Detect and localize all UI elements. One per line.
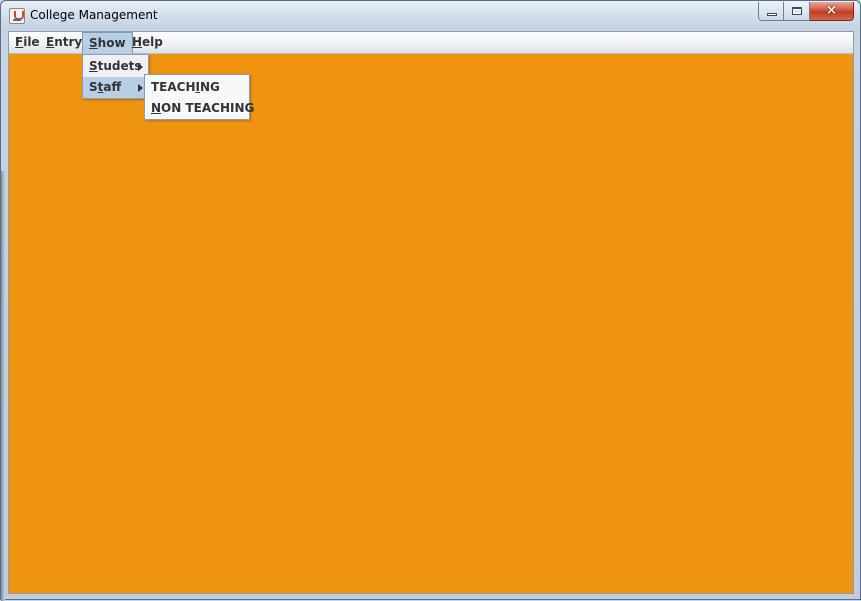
item-label: aff [103,80,122,94]
close-icon: × [826,3,837,18]
menu-label: ntry [54,35,83,49]
menu-label: elp [142,35,163,49]
caption-buttons: × [758,2,854,22]
mnemonic-letter: S [89,36,98,50]
menu-item-teaching[interactable]: TEACHING [145,77,249,98]
staff-submenu: TEACHING NON TEACHING [144,74,254,120]
mnemonic-letter: S [89,59,98,73]
mnemonic-letter: F [15,35,24,49]
menu-help[interactable]: Help [126,32,169,54]
mnemonic-letter: N [151,101,162,115]
menu-label: ile [23,35,40,49]
title-bar[interactable]: College Management × [1,1,860,31]
mnemonic-letter: H [132,35,143,49]
item-label: ON TEACHING [161,101,255,115]
menu-label: how [97,36,126,50]
item-label: TEACH [151,80,196,94]
application-window: College Management × File Entry Show Hel… [0,0,861,601]
close-button[interactable]: × [810,2,854,21]
maximize-icon [792,7,802,15]
mnemonic-letter: E [46,35,55,49]
minimize-button[interactable] [758,2,784,21]
minimize-icon [767,13,777,16]
maximize-button[interactable] [784,2,810,21]
menu-show[interactable]: Show [82,32,133,54]
menu-entry[interactable]: Entry [40,32,88,54]
show-dropdown-menu: Studets Staff [82,54,149,99]
window-title: College Management [30,8,158,22]
menu-item-students[interactable]: Studets [83,56,148,77]
submenu-arrow-icon [138,63,143,71]
submenu-arrow-icon [138,84,143,92]
item-label: tudets [97,59,142,73]
content-panel: File Entry Show Help Studets Staff TEACH… [8,31,854,594]
java-cup-icon [9,8,25,24]
menu-item-non-teaching[interactable]: NON TEACHING [145,98,254,119]
window-border [1,171,5,601]
item-label: NG [200,80,220,94]
menu-bar: File Entry Show Help [9,32,853,54]
menu-item-staff[interactable]: Staff [83,77,148,98]
item-label: S [89,80,98,94]
